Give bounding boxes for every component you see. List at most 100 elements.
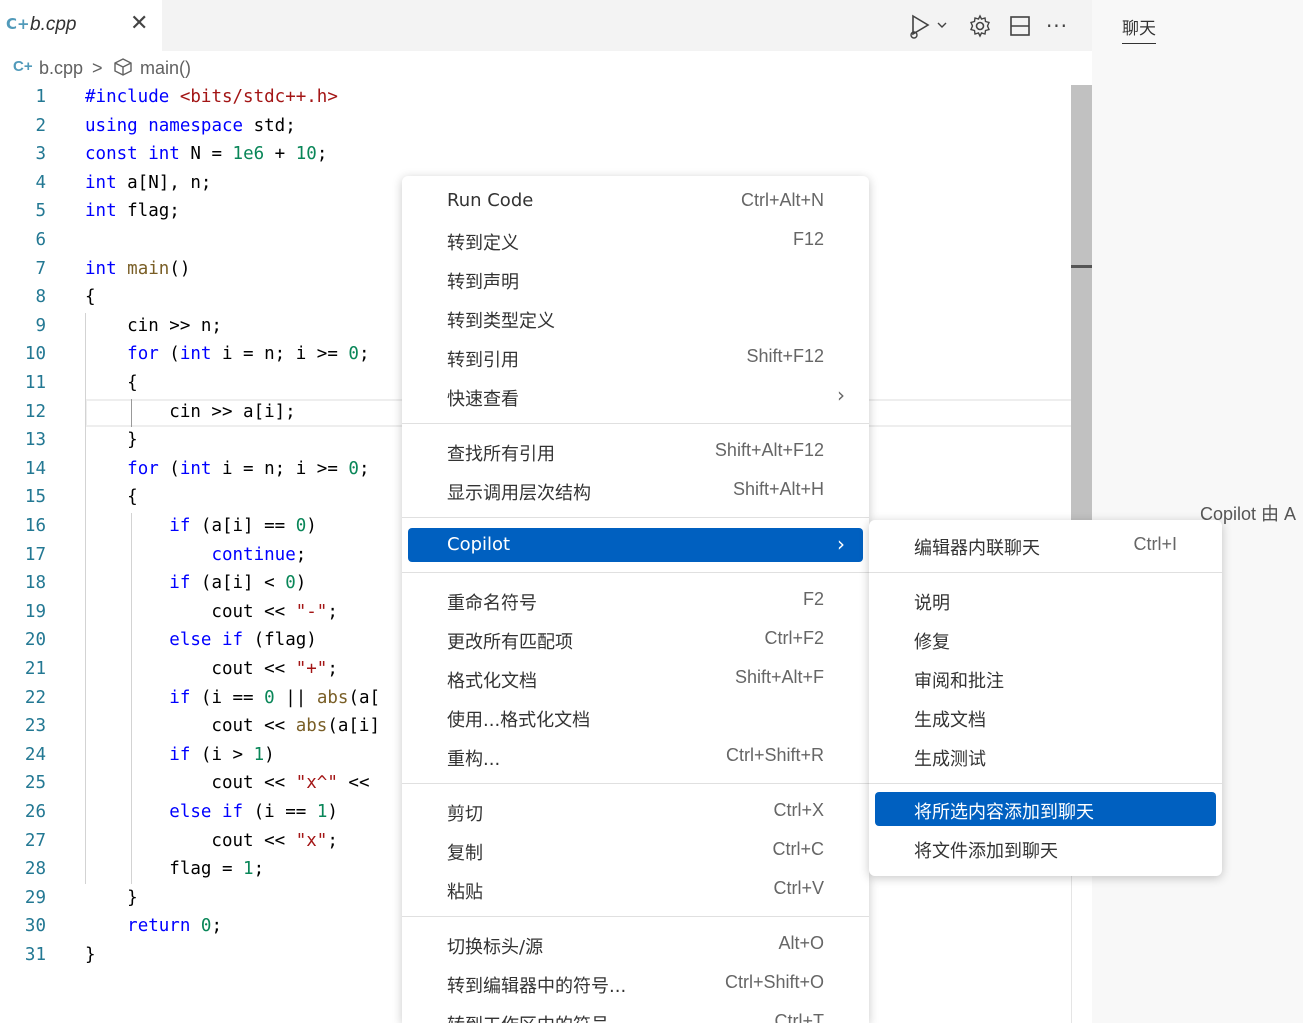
code-line: else if (i == 1) [169,802,338,822]
context-menu-item-shortcut: F2 [802,589,824,609]
context-menu-item[interactable]: 显示调用层次结构 Shift+Alt+H [408,473,863,507]
line-number: 13 [24,430,46,451]
line-number: 17 [24,544,46,565]
context-menu-item[interactable]: 转到定义 F12 [408,223,863,257]
copilot-submenu-item[interactable]: 说明 [875,583,1216,617]
code-line: { [85,487,138,508]
gear-icon[interactable] [966,12,994,40]
copilot-submenu-item[interactable]: 将文件添加到聊天 [875,831,1216,865]
more-actions-icon[interactable]: ··· [1043,12,1071,40]
code-line: #include <bits/stdc++.h> [85,87,338,107]
copilot-submenu-item-label: 生成测试 [914,749,986,770]
context-menu-item-shortcut: Shift+F12 [746,346,824,366]
context-menu-item-label: 剪切 [447,804,483,825]
copilot-submenu-item[interactable]: 修复 [875,622,1216,656]
context-menu-item[interactable]: 更改所有匹配项 Ctrl+F2 [408,622,863,656]
line-number: 25 [24,773,46,794]
context-menu-item[interactable]: 快速查看 › [408,379,863,413]
tab-bar: C+ b.cpp ✕ ··· [0,0,1092,51]
line-number: 14 [24,458,46,479]
code-line: cout << abs(a[i] [85,716,381,737]
copilot-submenu-item[interactable]: 生成测试 [875,739,1216,773]
context-menu-item[interactable]: 格式化文档 Shift+Alt+F [408,661,863,695]
context-menu-item[interactable]: Run Code Ctrl+Alt+N [408,184,863,218]
code-line: for (int i = n; i >= 0; [127,458,370,479]
code-line: cout << "+"; [85,659,338,679]
copilot-submenu-item-label: 编辑器内联聊天 [914,538,1040,559]
context-menu-item-shortcut: F12 [792,229,824,249]
context-menu-item[interactable]: 重命名符号 F2 [408,583,863,617]
line-number: 15 [24,487,46,508]
code-line: cin >> n; [85,315,222,336]
code-line: int a[N], n; [85,172,212,193]
context-menu-item[interactable]: 复制 Ctrl+C [408,833,863,867]
code-line: if (a[i] == 0) [169,516,317,536]
context-menu-item[interactable]: 转到类型定义 [408,301,863,335]
editor-tab-b-cpp[interactable]: C+ b.cpp ✕ [0,0,162,51]
breadcrumb-separator: > [92,58,103,78]
context-menu-item[interactable]: 重构... Ctrl+Shift+R [408,739,863,773]
code-line: cout << "x^" << [85,773,370,794]
line-number: 21 [24,659,46,679]
scrollbar-thumb[interactable] [1071,85,1092,520]
context-menu-item[interactable]: 粘贴 Ctrl+V [408,872,863,906]
copilot-submenu-item[interactable]: 编辑器内联聊天 Ctrl+I [875,528,1216,562]
code-line: } [85,945,96,965]
context-menu-item[interactable]: 查找所有引用 Shift+Alt+F12 [408,434,863,468]
context-menu-item[interactable]: 转到声明 [408,262,863,296]
breadcrumb-file[interactable]: b.cpp [39,58,83,79]
context-menu-item[interactable]: 转到工作区中的符号 Ctrl+T [408,1005,863,1023]
context-menu-item[interactable]: Copilot › [408,528,863,562]
context-menu-item-label: 转到类型定义 [447,311,555,332]
code-line: using namespace std; [85,115,296,136]
context-menu-item-label: 转到编辑器中的符号... [447,976,627,997]
run-debug-icon[interactable] [906,12,952,40]
breadcrumb: C+ b.cpp > main() [0,51,1092,85]
line-number: 31 [24,945,46,965]
line-number: 23 [24,716,46,737]
code-line: if (i == 0 || abs(a[ [169,687,381,708]
copilot-submenu-item[interactable]: 生成文档 [875,700,1216,734]
context-menu-item-label: 粘贴 [447,882,483,903]
line-number: 2 [35,115,46,136]
menu-separator [402,783,869,784]
context-menu-item-label: 重命名符号 [447,593,537,614]
code-line: continue; [211,544,307,565]
line-number: 30 [24,916,46,937]
code-line: if (a[i] < 0) [169,573,307,594]
context-menu-item-shortcut: Ctrl+Alt+N [740,190,824,210]
context-menu-item[interactable]: 切换标头/源 Alt+O [408,927,863,961]
context-menu-item[interactable]: 剪切 Ctrl+X [408,794,863,828]
menu-separator [402,517,869,518]
line-number: 7 [35,258,46,279]
line-number: 29 [24,887,46,908]
copilot-submenu-item[interactable]: 将所选内容添加到聊天 [875,792,1216,826]
line-number: 1 [35,87,46,107]
indent-guide [85,313,86,884]
close-icon[interactable]: ✕ [130,11,148,36]
context-menu-item[interactable]: 使用...格式化文档 [408,700,863,734]
line-number: 19 [24,601,46,622]
context-menu-item-shortcut: Ctrl+T [774,1011,825,1023]
breadcrumb-symbol[interactable]: main() [140,58,191,79]
menu-separator [402,572,869,573]
line-number: 24 [24,744,46,765]
line-number: 10 [24,344,46,365]
context-menu-item-label: 重构... [447,749,501,770]
context-menu-item-label: 转到引用 [447,350,519,371]
line-number: 28 [24,859,46,880]
code-line: } [85,887,138,908]
chat-tab[interactable]: 聊天 [1122,14,1156,44]
context-menu-item-label: Copilot [447,534,511,555]
split-editor-icon[interactable] [1006,12,1034,40]
cube-icon [113,57,133,82]
line-number: 22 [24,687,46,708]
line-number: 20 [24,630,46,651]
context-menu-item[interactable]: 转到引用 Shift+F12 [408,340,863,374]
context-menu-item[interactable]: 转到编辑器中的符号... Ctrl+Shift+O [408,966,863,1000]
context-menu-item-label: 复制 [447,843,483,864]
copilot-submenu-item[interactable]: 审阅和批注 [875,661,1216,695]
code-line: else if (flag) [169,630,317,651]
context-menu-item-shortcut: Shift+Alt+F12 [714,440,824,460]
context-menu-item-shortcut: Ctrl+Shift+R [725,745,824,765]
